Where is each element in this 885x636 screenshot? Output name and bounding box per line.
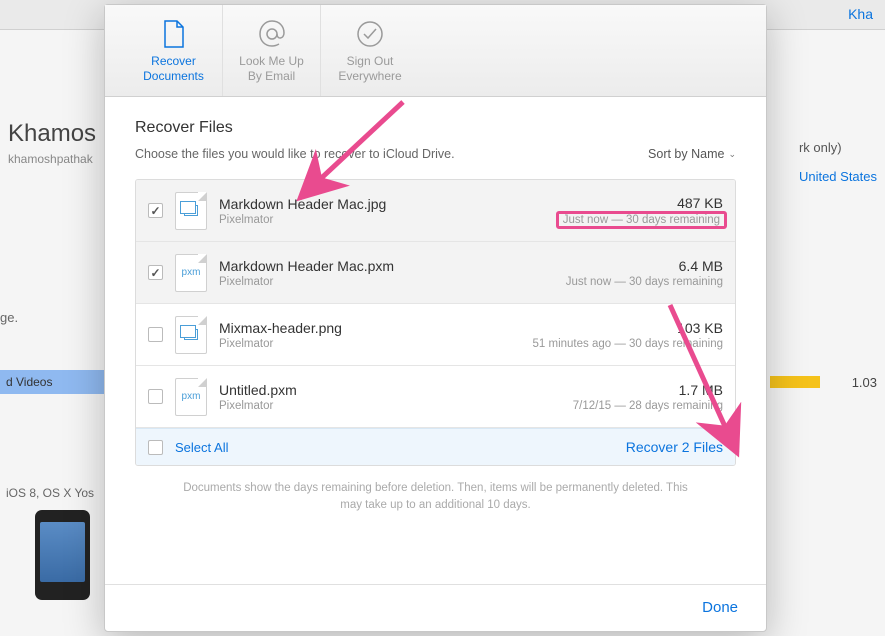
select-all-checkbox[interactable] <box>148 440 163 455</box>
file-time: 51 minutes ago — 30 days remaining <box>533 338 724 350</box>
tab-document[interactable]: Recover Documents <box>125 5 223 96</box>
file-size: 1.7 MB <box>573 382 723 398</box>
file-app: Pixelmator <box>219 214 548 226</box>
file-size: 103 KB <box>533 320 724 336</box>
sort-label: Sort by Name <box>648 147 724 161</box>
file-side-info: 103 KB 51 minutes ago — 30 days remaining <box>533 320 724 350</box>
tab-label: Sign Out Everywhere <box>330 54 410 84</box>
bg-right-info: rk only) United States <box>799 140 877 184</box>
file-list: Markdown Header Mac.jpg Pixelmator 487 KB J… <box>135 179 736 466</box>
tab-at[interactable]: Look Me Up By Email <box>223 5 321 96</box>
bg-storage-bar: d Videos <box>0 370 105 394</box>
file-info: Mixmax-header.png Pixelmator <box>219 320 521 350</box>
bg-network: rk only) <box>799 140 877 155</box>
file-time: 7/12/15 — 28 days remaining <box>573 400 723 412</box>
file-row[interactable]: Markdown Header Mac.jpg Pixelmator 487 KB J… <box>136 180 735 242</box>
select-all-button[interactable]: Select All <box>148 440 228 455</box>
footer-note: Documents show the days remaining before… <box>135 466 736 529</box>
tab-check-circle[interactable]: Sign Out Everywhere <box>321 5 419 96</box>
tab-label: Recover Documents <box>134 54 214 84</box>
file-name: Markdown Header Mac.jpg <box>219 196 548 212</box>
file-info: Markdown Header Mac.pxm Pixelmator <box>219 258 554 288</box>
dialog-tabs: Recover Documents Look Me Up By Email Sign… <box>105 5 766 97</box>
document-icon <box>160 17 188 51</box>
select-all-label: Select All <box>175 440 228 455</box>
tab-label: Look Me Up By Email <box>232 54 312 84</box>
chevron-down-icon: ⌄ <box>728 149 736 160</box>
done-button[interactable]: Done <box>702 599 738 616</box>
file-name: Markdown Header Mac.pxm <box>219 258 554 274</box>
file-side-info: 6.4 MB Just now — 30 days remaining <box>566 258 723 288</box>
file-checkbox[interactable] <box>148 327 163 342</box>
file-checkbox[interactable] <box>148 203 163 218</box>
file-app: Pixelmator <box>219 338 521 350</box>
file-side-info: 487 KB Just now — 30 days remaining <box>560 195 723 227</box>
section-title: Recover Files <box>135 119 736 137</box>
annotated-time: Just now — 30 days remaining <box>556 211 727 229</box>
file-time: Just now — 30 days remaining <box>566 276 723 288</box>
bg-device-image <box>35 510 90 600</box>
file-type-icon: pxm <box>175 254 207 292</box>
bg-storage-segment <box>770 376 820 388</box>
sort-dropdown[interactable]: Sort by Name ⌄ <box>648 147 736 161</box>
file-type-icon: pxm <box>175 378 207 416</box>
file-size: 6.4 MB <box>566 258 723 274</box>
bg-country-link: United States <box>799 169 877 184</box>
file-checkbox[interactable] <box>148 265 163 280</box>
dialog-content: Recover Files Choose the files you would… <box>105 97 766 584</box>
file-name: Mixmax-header.png <box>219 320 521 336</box>
at-icon <box>258 17 286 51</box>
bg-storage-size: 1.03 <box>852 375 877 390</box>
file-checkbox[interactable] <box>148 389 163 404</box>
image-file-icon <box>184 329 198 340</box>
recover-files-dialog: Recover Documents Look Me Up By Email Sign… <box>104 4 767 632</box>
file-type-icon <box>175 316 207 354</box>
file-info: Untitled.pxm Pixelmator <box>219 382 561 412</box>
pxm-file-icon: pxm <box>182 267 201 278</box>
file-app: Pixelmator <box>219 400 561 412</box>
action-row: Select All Recover 2 Files <box>136 428 735 465</box>
file-size: 487 KB <box>560 195 723 211</box>
file-type-icon <box>175 192 207 230</box>
bg-text-fragment: ge. <box>0 310 18 325</box>
file-side-info: 1.7 MB 7/12/15 — 28 days remaining <box>573 382 723 412</box>
check-circle-icon <box>356 17 384 51</box>
recover-button[interactable]: Recover 2 Files <box>626 439 723 455</box>
file-row[interactable]: pxm Markdown Header Mac.pxm Pixelmator 6.4 … <box>136 242 735 304</box>
file-row[interactable]: pxm Untitled.pxm Pixelmator 1.7 MB 7/12/15 —… <box>136 366 735 428</box>
instruction-text: Choose the files you would like to recov… <box>135 147 455 161</box>
file-info: Markdown Header Mac.jpg Pixelmator <box>219 196 548 226</box>
file-name: Untitled.pxm <box>219 382 561 398</box>
image-file-icon <box>184 205 198 216</box>
dialog-footer: Done <box>105 584 766 631</box>
file-app: Pixelmator <box>219 276 554 288</box>
file-time: Just now — 30 days remaining <box>560 213 723 227</box>
bg-os-text: iOS 8, OS X Yos <box>6 486 94 500</box>
file-row[interactable]: Mixmax-header.png Pixelmator 103 KB 51 minu… <box>136 304 735 366</box>
pxm-file-icon: pxm <box>182 391 201 402</box>
